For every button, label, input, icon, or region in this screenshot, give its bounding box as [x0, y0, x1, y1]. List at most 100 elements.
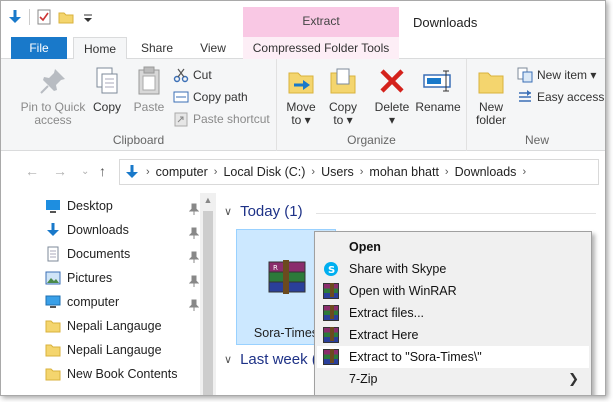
breadcrumb-separator-icon[interactable]: ›	[146, 166, 150, 178]
nav-item-desktop[interactable]: Desktop	[45, 195, 201, 217]
menu-item-extract-files[interactable]: Extract files...	[317, 302, 589, 324]
navigation-pane: Desktop Downloads Documents Pictures com…	[1, 193, 216, 395]
breadcrumb-separator-icon[interactable]: ›	[311, 166, 315, 178]
scrollbar-thumb[interactable]	[203, 211, 213, 395]
pin-icon[interactable]	[188, 200, 200, 215]
winrar-icon	[323, 349, 339, 365]
address-bar[interactable]: › computer › Local Disk (C:) › Users › m…	[119, 159, 599, 185]
pin-icon[interactable]	[188, 296, 200, 311]
nav-item-downloads[interactable]: Downloads	[45, 219, 201, 241]
pin-to-quick-access-button[interactable]: Pin to Quick access	[15, 65, 91, 127]
scissors-icon	[173, 67, 189, 83]
group-divider	[316, 213, 596, 214]
nav-item-label: Desktop	[67, 199, 113, 213]
winrar-icon	[323, 283, 339, 299]
new-item-icon	[517, 67, 533, 83]
winrar-icon	[323, 327, 339, 343]
menu-item-share-with-skype[interactable]: S Share with Skype	[317, 258, 589, 280]
desktop-icon	[45, 198, 61, 214]
nav-item-label: Documents	[67, 247, 131, 261]
breadcrumb-users[interactable]: Users	[321, 165, 354, 179]
menu-item-7zip[interactable]: 7-Zip ❯	[317, 368, 589, 390]
nav-item-label: Downloads	[67, 223, 129, 237]
tab-compressed-folder-tools[interactable]: Compressed Folder Tools	[243, 37, 399, 59]
tab-view[interactable]: View	[187, 37, 239, 59]
easy-access-button[interactable]: Easy access ▾	[517, 87, 605, 107]
easy-access-label: Easy access ▾	[537, 90, 605, 104]
cut-button[interactable]: Cut	[173, 65, 212, 85]
pin-icon[interactable]	[188, 248, 200, 263]
svg-text:R: R	[273, 264, 278, 272]
folder-icon	[45, 366, 61, 382]
tab-share[interactable]: Share	[131, 37, 183, 59]
folder-icon	[45, 342, 61, 358]
contextual-tab-band: Extract	[243, 7, 399, 37]
new-folder-qat-icon[interactable]	[58, 9, 74, 25]
nav-item-computer[interactable]: computer	[45, 291, 201, 313]
properties-check-icon[interactable]	[36, 9, 52, 25]
folder-icon	[45, 318, 61, 334]
scroll-up-arrow-icon[interactable]: ▲	[200, 195, 216, 205]
pin-icon	[37, 65, 69, 97]
collapse-chevron-icon[interactable]: ∨	[224, 353, 232, 366]
qat-divider	[29, 9, 30, 25]
menu-item-extract-here[interactable]: Extract Here	[317, 324, 589, 346]
new-folder-button[interactable]: New folder	[473, 65, 509, 127]
pin-icon[interactable]	[188, 224, 200, 239]
group-header-label: Last week (	[240, 351, 317, 368]
move-to-button[interactable]: Move to ▾	[283, 65, 319, 127]
delete-button[interactable]: Delete ▾	[373, 65, 411, 127]
copy-path-button[interactable]: Copy path	[173, 87, 248, 107]
menu-item-open[interactable]: Open	[317, 236, 589, 258]
clipboard-group: Pin to Quick access Copy Paste Cut Copy …	[1, 59, 277, 151]
nav-item-pictures[interactable]: Pictures	[45, 267, 201, 289]
group-header-last-week[interactable]: ∨ Last week (	[224, 351, 317, 368]
nav-item-label: Nepali Langauge	[67, 343, 162, 357]
nav-item-folder[interactable]: New Book Contents	[45, 363, 201, 385]
move-to-label-line2: to ▾	[291, 113, 311, 127]
rename-button[interactable]: Rename	[415, 65, 461, 114]
breadcrumb-downloads[interactable]: Downloads	[455, 165, 517, 179]
nav-pane-scrollbar[interactable]: ▲	[200, 193, 216, 395]
breadcrumb-computer[interactable]: computer	[156, 165, 208, 179]
paste-button[interactable]: Paste	[129, 65, 169, 114]
organize-group-label: Organize	[347, 133, 396, 147]
breadcrumb-separator-icon[interactable]: ›	[360, 166, 364, 178]
back-arrow-icon[interactable]: ←	[25, 163, 39, 179]
paste-shortcut-button[interactable]: Paste shortcut	[173, 109, 270, 129]
quick-access-down-arrow-icon[interactable]	[7, 9, 23, 25]
winrar-icon	[323, 305, 339, 321]
copy-to-folder-icon	[327, 65, 359, 97]
menu-item-label: 7-Zip	[349, 372, 378, 386]
nav-item-documents[interactable]: Documents	[45, 243, 201, 265]
collapse-chevron-icon[interactable]: ∨	[224, 205, 232, 218]
group-header-label: Today (1)	[240, 203, 303, 220]
menu-item-open-with-winrar[interactable]: Open with WinRAR	[317, 280, 589, 302]
paste-shortcut-icon	[173, 111, 189, 127]
forward-arrow-icon[interactable]: →	[53, 163, 67, 179]
recent-locations-chevron-icon[interactable]: ⌄	[81, 166, 89, 177]
quick-access-toolbar	[7, 9, 96, 25]
nav-item-folder[interactable]: Nepali Langauge	[45, 315, 201, 337]
move-to-folder-icon	[285, 65, 317, 97]
tab-home[interactable]: Home	[73, 37, 127, 60]
menu-item-label: Share with Skype	[349, 262, 447, 276]
copy-to-button[interactable]: Copy to ▾	[325, 65, 361, 127]
breadcrumb-separator-icon[interactable]: ›	[214, 166, 218, 178]
delete-dropdown-arrow[interactable]: ▾	[373, 114, 411, 127]
nav-item-folder[interactable]: Nepali Langauge	[45, 339, 201, 361]
new-item-button[interactable]: New item ▾	[517, 65, 596, 85]
new-folder-label-line2: folder	[475, 113, 507, 127]
group-header-today[interactable]: ∨ Today (1)	[224, 203, 303, 220]
delete-x-icon	[376, 65, 408, 97]
pin-icon[interactable]	[188, 272, 200, 287]
up-arrow-icon[interactable]: ↑	[99, 163, 106, 179]
breadcrumb-user[interactable]: mohan bhatt	[369, 165, 439, 179]
menu-item-extract-to-folder[interactable]: Extract to "Sora-Times\"	[317, 346, 589, 368]
breadcrumb-separator-icon[interactable]: ›	[522, 166, 526, 178]
breadcrumb-local-disk[interactable]: Local Disk (C:)	[223, 165, 305, 179]
copy-button[interactable]: Copy	[89, 65, 125, 114]
customize-qat-dropdown-icon[interactable]	[80, 9, 96, 25]
tab-file[interactable]: File	[11, 37, 67, 59]
breadcrumb-separator-icon[interactable]: ›	[445, 166, 449, 178]
